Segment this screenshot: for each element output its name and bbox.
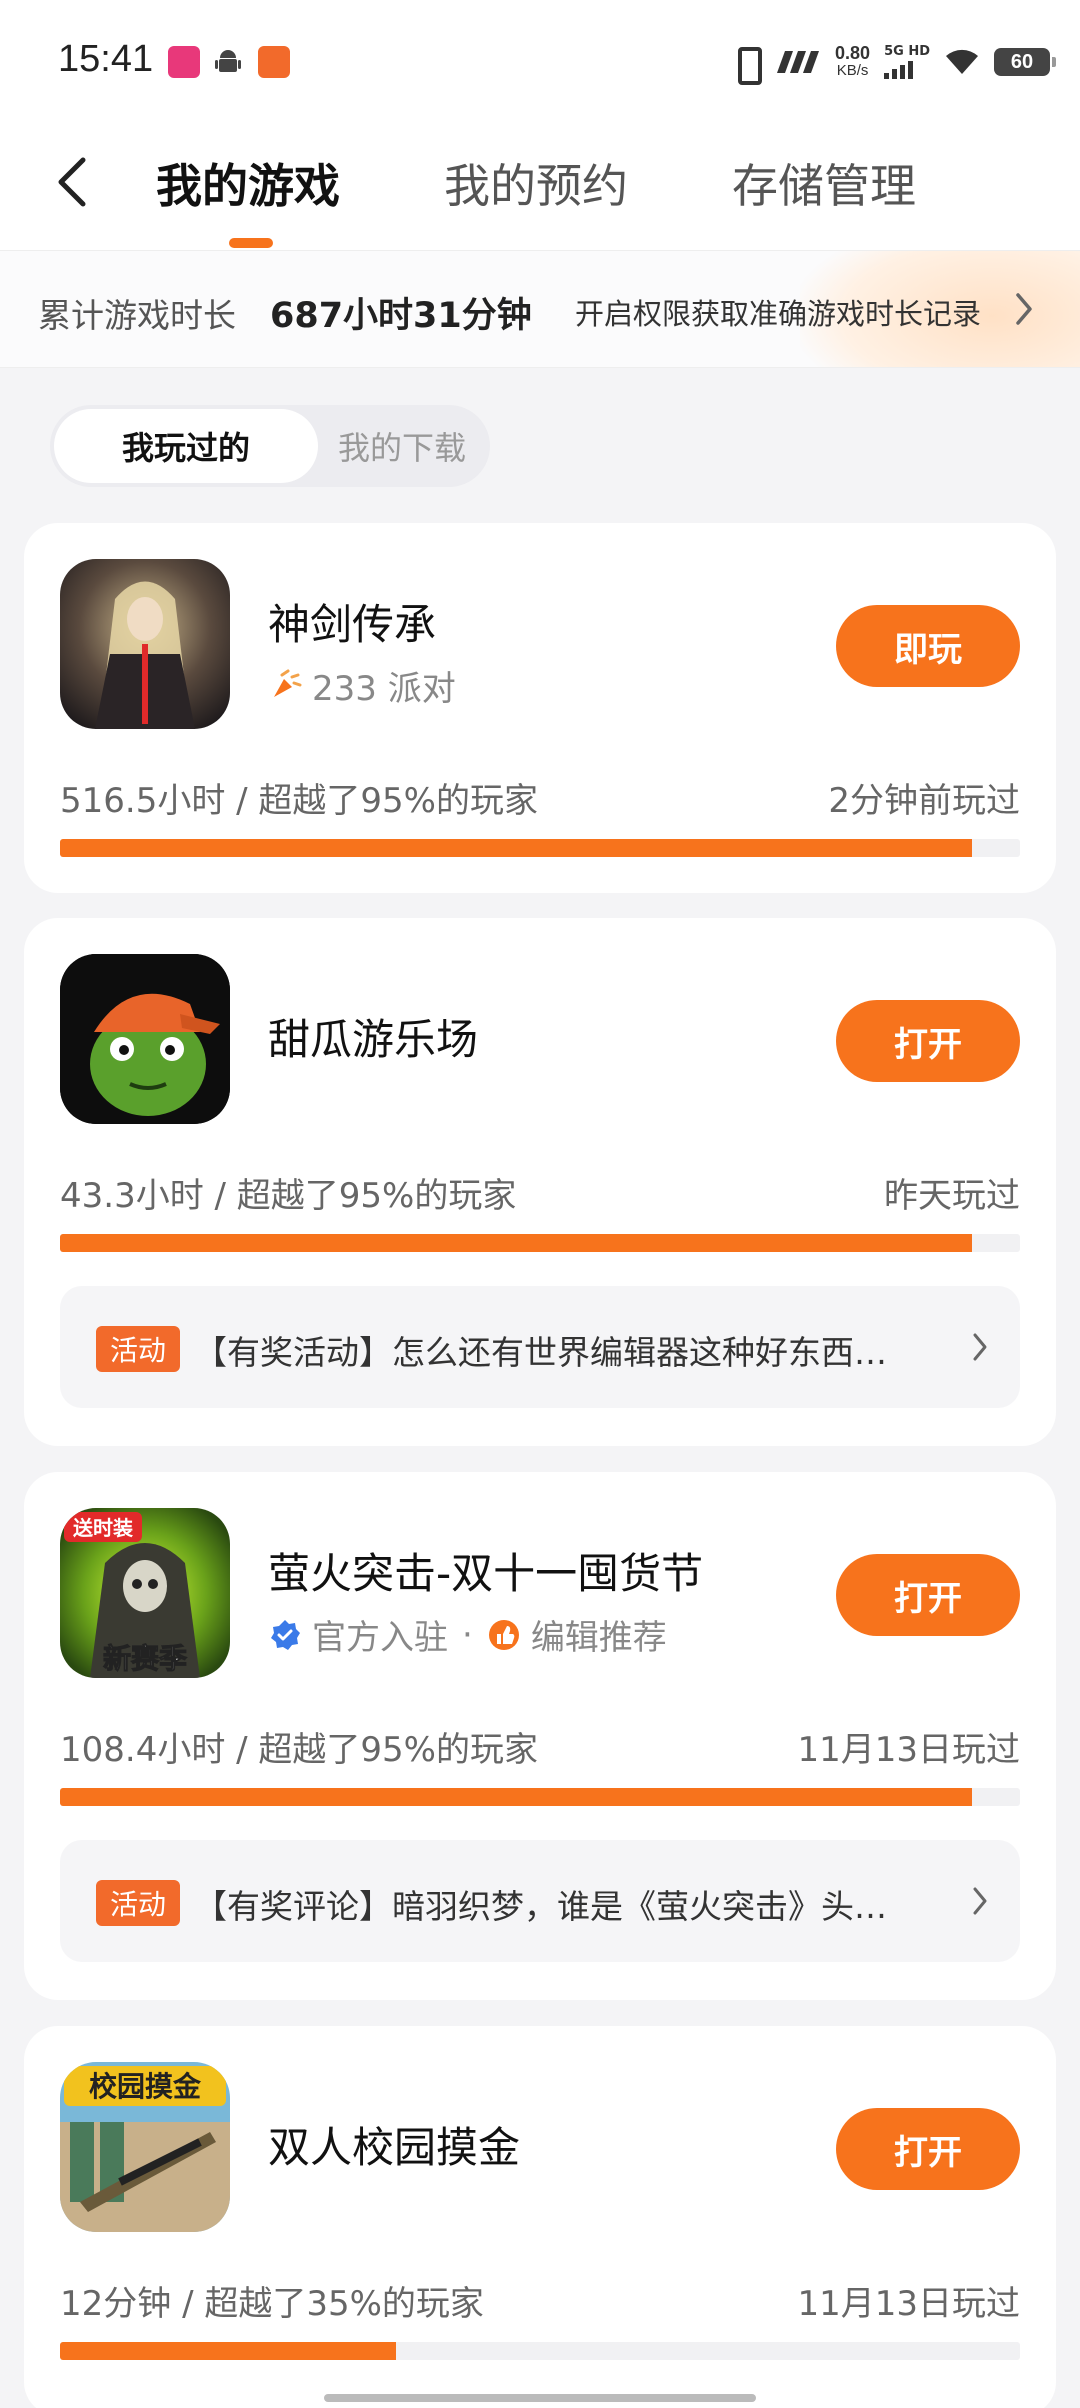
android-icon — [214, 48, 242, 76]
progress-bar — [60, 1234, 1020, 1252]
net-speed: 0.80 KB/s — [835, 43, 871, 79]
game-name[interactable]: 神剑传承 — [268, 591, 436, 652]
chevron-left-icon — [58, 157, 86, 207]
tab-indicator — [229, 238, 273, 248]
last-played: 昨天玩过 — [884, 1176, 1020, 1216]
game-name[interactable]: 双人校园摸金 — [268, 2114, 520, 2175]
game-card[interactable]: 神剑传承 233 派对 即玩 516.5小时 / 超越了95%的玩家 2分钟前玩… — [24, 523, 1056, 893]
permission-link[interactable]: 开启权限获取准确游戏时长记录 — [575, 291, 981, 333]
back-button[interactable] — [44, 150, 100, 214]
activity-banner[interactable]: 活动 【有奖评论】暗羽织梦，谁是《萤火突击》头… — [60, 1840, 1020, 1962]
last-played: 2分钟前玩过 — [828, 781, 1020, 821]
filter-played[interactable]: 我玩过的 — [54, 409, 318, 483]
activity-text: 【有奖评论】暗羽织梦，谁是《萤火突击》头… — [194, 1887, 887, 1926]
game-stats: 12分钟 / 超越了35%的玩家 — [60, 2284, 484, 2324]
chevron-right-icon — [1016, 293, 1032, 325]
play-button[interactable]: 即玩 — [836, 605, 1020, 687]
activity-badge: 活动 — [96, 1880, 181, 1926]
open-button[interactable]: 打开 — [836, 2108, 1020, 2190]
last-played: 11月13日玩过 — [797, 2284, 1020, 2324]
game-icon[interactable] — [60, 559, 230, 729]
status-bar: 15:41 0.80 KB/s 5G HD 60 — [0, 0, 1080, 120]
progress-fill — [60, 1788, 972, 1806]
game-subtitle: 官方入驻 · 编辑推荐 — [268, 1610, 667, 1659]
game-stats: 43.3小时 / 超越了95%的玩家 — [60, 1176, 517, 1216]
bilibili-icon — [168, 46, 200, 78]
vibrate-icon — [729, 45, 763, 85]
filter-segment: 我玩过的 我的下载 — [50, 405, 490, 487]
game-name[interactable]: 甜瓜游乐场 — [268, 1006, 478, 1067]
header: 我的游戏 我的预约 存储管理 — [0, 120, 1080, 250]
playtime-value: 687小时31分钟 — [270, 296, 532, 336]
chevron-right-icon — [973, 1333, 987, 1361]
activity-banner[interactable]: 活动 【有奖活动】怎么还有世界编辑器这种好东西… — [60, 1286, 1020, 1408]
game-card[interactable]: 甜瓜游乐场 打开 43.3小时 / 超越了95%的玩家 昨天玩过 活动 【有奖活… — [24, 918, 1056, 1446]
nfc-icon — [777, 51, 821, 73]
game-name[interactable]: 萤火突击-双十一囤货节 — [268, 1540, 703, 1601]
progress-bar — [60, 2342, 1020, 2360]
signal-icon: 5G HD — [884, 45, 930, 79]
battery-icon: 60 — [994, 48, 1056, 76]
wifi-icon — [944, 48, 980, 76]
last-played: 11月13日玩过 — [797, 1730, 1020, 1770]
progress-bar — [60, 839, 1020, 857]
svg-text:校园摸金: 校园摸金 — [89, 2070, 202, 2103]
game-subtitle: 233 派对 — [268, 661, 456, 710]
game-icon[interactable] — [60, 954, 230, 1124]
chevron-right-icon — [973, 1887, 987, 1915]
tab-my-games[interactable]: 我的游戏 — [156, 150, 340, 216]
status-time: 15:41 — [58, 38, 154, 80]
playtime-label: 累计游戏时长 — [38, 296, 236, 335]
playtime-banner[interactable]: 累计游戏时长 687小时31分钟 开启权限获取准确游戏时长记录 — [0, 250, 1080, 368]
game-icon[interactable]: 送时装 新赛季 — [60, 1508, 230, 1678]
tab-storage[interactable]: 存储管理 — [732, 150, 916, 216]
open-button[interactable]: 打开 — [836, 1554, 1020, 1636]
game-stats: 108.4小时 / 超越了95%的玩家 — [60, 1730, 538, 1770]
verified-icon — [271, 1619, 300, 1650]
game-card[interactable]: 校园摸金 双人校园摸金 打开 12分钟 / 超越了35%的玩家 11月13日玩过 — [24, 2026, 1056, 2408]
home-indicator[interactable] — [324, 2394, 756, 2402]
progress-bar — [60, 1788, 1020, 1806]
game-stats: 516.5小时 / 超越了95%的玩家 — [60, 781, 538, 821]
party-icon — [274, 669, 302, 697]
editor-pick-icon — [488, 1619, 519, 1650]
filter-downloads[interactable]: 我的下载 — [318, 409, 486, 483]
progress-fill — [60, 1234, 972, 1252]
activity-text: 【有奖活动】怎么还有世界编辑器这种好东西… — [194, 1333, 887, 1372]
svg-text:新赛季: 新赛季 — [103, 1642, 187, 1675]
progress-fill — [60, 2342, 396, 2360]
game-card[interactable]: 送时装 新赛季 萤火突击-双十一囤货节 官方入驻 · 编辑推荐 打开 108.4… — [24, 1472, 1056, 2000]
open-button[interactable]: 打开 — [836, 1000, 1020, 1082]
app-icon — [258, 46, 290, 78]
svg-text:送时装: 送时装 — [73, 1516, 133, 1540]
game-icon[interactable]: 校园摸金 — [60, 2062, 230, 2232]
activity-badge: 活动 — [96, 1326, 181, 1372]
progress-fill — [60, 839, 972, 857]
tab-my-reservations[interactable]: 我的预约 — [444, 150, 628, 216]
